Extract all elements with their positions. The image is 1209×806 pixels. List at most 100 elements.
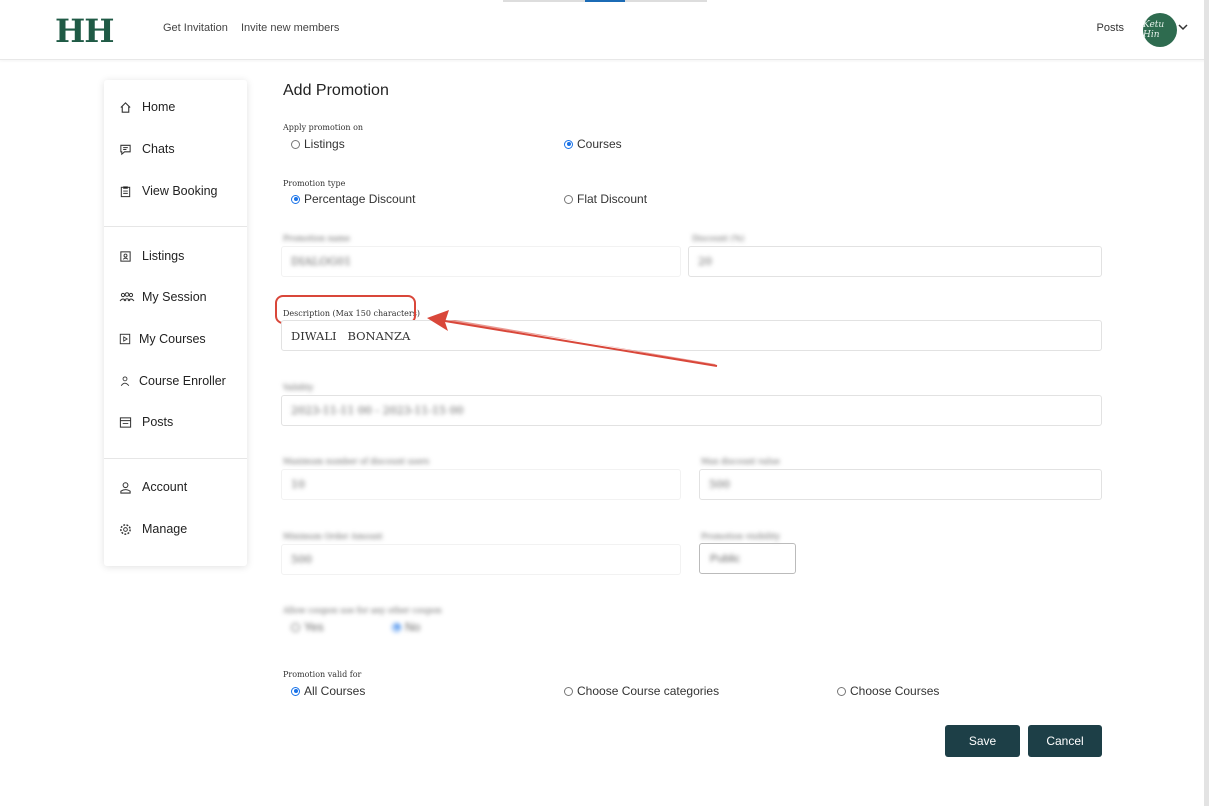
group-icon [118,290,135,304]
radio-dot[interactable] [291,194,300,204]
description-value: DIWALI BONANZA [291,328,411,343]
sidebar-item-account[interactable]: Account [118,477,187,497]
allow-other-label: Allow coupon use for any other coupon [283,606,442,615]
cancel-button[interactable]: Cancel [1028,725,1102,757]
sidebar-item-my-courses[interactable]: My Courses [118,329,206,349]
max-discount-label: Max discount value [701,457,780,466]
radio-dot[interactable] [392,622,401,632]
radio-label: Choose Course categories [577,684,720,698]
validity-input[interactable]: 2023-11-11 00 - 2023-11-15 00 [281,395,1102,426]
sidebar-item-label: My Courses [139,332,206,346]
posts-link[interactable]: Posts [1096,22,1124,34]
discount-input[interactable]: 20 [688,246,1102,277]
sidebar-item-label: Account [142,480,188,494]
invite-members-link[interactable]: Invite new members [241,22,339,34]
sidebar-item-my-session[interactable]: My Session [118,287,207,307]
sidebar-item-label: My Session [142,290,207,304]
radio-dot[interactable] [291,686,300,696]
scrollbar[interactable] [1204,0,1209,806]
max-usage-value: 10 [291,478,305,491]
radio-label: Choose Courses [850,684,940,698]
sidebar-item-chats[interactable]: Chats [118,139,175,159]
promotion-name-input[interactable]: DIALOG01 [281,246,681,277]
max-discount-input[interactable]: 500 [699,469,1102,500]
sidebar-item-label: Home [142,100,176,114]
avatar[interactable]: Ketu Hin [1143,13,1177,47]
radio-dot[interactable] [291,622,300,632]
play-icon [118,332,132,346]
max-usage-input[interactable]: 10 [281,469,681,500]
sidebar-item-posts[interactable]: Posts [118,412,173,432]
logo[interactable]: HH [55,12,114,50]
sidebar-item-label: Manage [142,522,188,536]
sidebar-item-label: View Booking [142,184,218,198]
sidebar-divider [104,458,247,459]
validity-label: Validity [283,383,314,392]
radio-allow-yes[interactable]: Yes [291,620,324,634]
radio-label: No [405,620,421,634]
page-title: Add Promotion [283,82,389,99]
radio-dot[interactable] [564,686,573,696]
promotion-name-label: Promotion name [283,234,350,243]
sidebar-item-label: Course Enroller [139,374,226,388]
get-invitation-link[interactable]: Get Invitation [163,22,228,34]
radio-dot[interactable] [564,139,573,149]
radio-label: Percentage Discount [304,192,416,206]
sidebar-item-label: Posts [142,415,174,429]
radio-dot[interactable] [837,686,846,696]
radio-dot[interactable] [564,194,573,204]
sidebar-item-listings[interactable]: Listings [118,246,184,266]
max-discount-value: 500 [709,478,730,491]
sidebar-item-label: Listings [142,249,185,263]
valid-for-label: Promotion valid for [283,670,362,679]
radio-courses[interactable]: Courses [564,137,622,151]
sidebar-item-manage[interactable]: Manage [118,519,187,539]
sidebar-divider [104,226,247,227]
radio-choose-courses[interactable]: Choose Courses [837,684,939,698]
discount-label: Discount (%) [692,234,745,243]
radio-label: All Courses [304,684,366,698]
sidebar-item-course-enroller[interactable]: Course Enroller [118,371,226,391]
user-icon [118,374,132,388]
chat-icon [118,142,132,156]
save-button[interactable]: Save [945,725,1020,757]
sidebar-item-view-booking[interactable]: View Booking [118,181,218,201]
home-icon [118,100,132,114]
gear-icon [118,522,132,536]
discount-value: 20 [698,255,712,268]
radio-label: Courses [577,137,622,151]
min-order-value: 500 [291,553,312,566]
radio-choose-course-categories[interactable]: Choose Course categories [564,684,719,698]
account-icon [118,480,132,494]
avatar-text: Ketu Hin [1143,20,1165,40]
posts-icon [118,415,132,429]
radio-label: Yes [304,620,324,634]
promotion-name-value: DIALOG01 [291,255,352,268]
top-header: HH Get Invitation Invite new members Pos… [0,0,1209,60]
top-tab-indicator [503,0,707,2]
max-usage-label: Maximum number of discount users [283,457,430,466]
chevron-down-icon[interactable] [1178,22,1188,32]
radio-label: Listings [304,137,345,151]
min-order-label: Minimum Order Amount [283,532,383,541]
radio-flat-discount[interactable]: Flat Discount [564,192,647,206]
visibility-value: Public [710,552,740,565]
radio-listings[interactable]: Listings [291,137,345,151]
sidebar-item-home[interactable]: Home [118,97,175,117]
clipboard-icon [118,184,132,198]
validity-value: 2023-11-11 00 - 2023-11-15 00 [291,404,464,417]
radio-all-courses[interactable]: All Courses [291,684,365,698]
radio-dot[interactable] [291,139,300,149]
visibility-label: Promotion visibility [701,532,780,541]
radio-allow-no[interactable]: No [392,620,420,634]
min-order-input[interactable]: 500 [281,544,681,575]
visibility-select[interactable]: Public [699,543,796,574]
radio-percentage-discount[interactable]: Percentage Discount [291,192,415,206]
promotion-type-label: Promotion type [283,179,346,188]
annotation-arrow-icon [427,310,718,367]
scrollbar-thumb[interactable] [1204,0,1209,806]
sidebar: Home Chats View Booking Listings My Sess… [104,80,247,566]
apply-on-label: Apply promotion on [283,123,364,132]
listing-icon [118,249,132,263]
sidebar-item-label: Chats [142,142,175,156]
